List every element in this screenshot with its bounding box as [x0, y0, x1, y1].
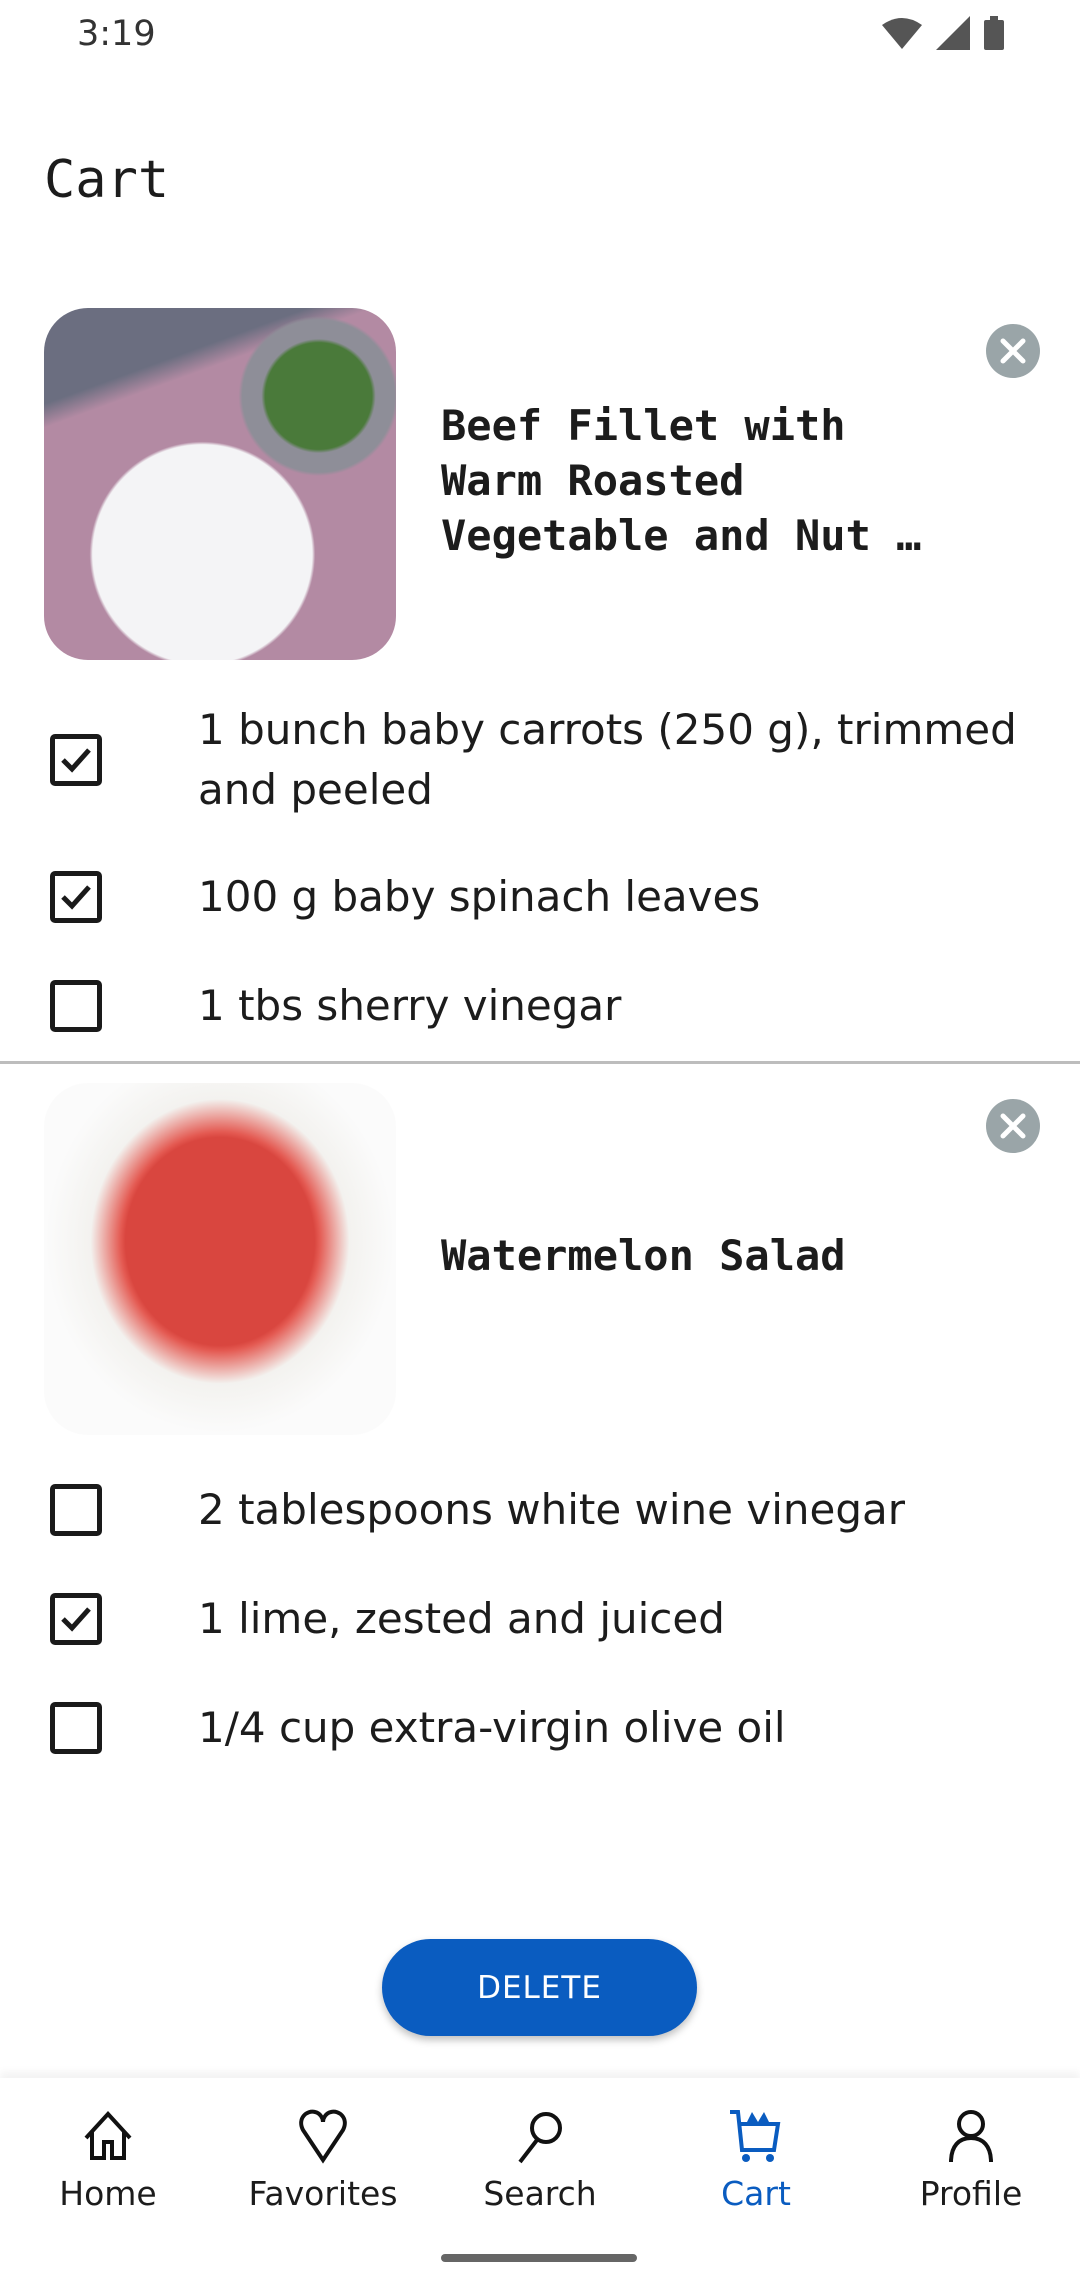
recipe-image-watermelon-salad[interactable] [44, 1083, 396, 1435]
ingredient-text: 2 tablespoons white wine vinegar [198, 1485, 906, 1534]
bottom-nav: Home Favorites Search Cart Profile [0, 2078, 1080, 2280]
check-icon [61, 748, 91, 773]
wifi-icon [882, 18, 922, 49]
ingredient-row[interactable]: 100 g baby spinach leaves [0, 867, 1080, 927]
ingredient-row[interactable]: 1 lime, zested and juiced [0, 1589, 1080, 1649]
home-indicator[interactable] [441, 2254, 637, 2262]
ingredient-text: 1 lime, zested and juiced [198, 1594, 725, 1643]
page-title: Cart [44, 150, 170, 210]
remove-recipe-button[interactable] [986, 324, 1040, 378]
ingredient-text: 100 g baby spinach leaves [198, 872, 761, 921]
search-icon [518, 2112, 562, 2164]
home-icon [84, 2111, 132, 2160]
ingredient-text: 1 tbs sherry vinegar [198, 981, 622, 1030]
nav-cart[interactable]: Cart [656, 2108, 856, 2213]
cart-icon [730, 2110, 781, 2162]
heart-icon [299, 2109, 347, 2164]
nav-label: Home [59, 2174, 157, 2213]
ingredient-text: 1/4 cup extra-virgin olive oil [198, 1703, 786, 1752]
profile-icon [949, 2110, 993, 2163]
nav-favorites[interactable]: Favorites [223, 2108, 423, 2213]
nav-profile[interactable]: Profile [871, 2108, 1071, 2213]
signal-icon [936, 16, 970, 50]
ingredient-row[interactable]: 1 bunch baby carrots (250 g), trimmed an… [0, 700, 1080, 820]
ingredient-row[interactable]: 2 tablespoons white wine vinegar [0, 1480, 1080, 1540]
recipe-title[interactable]: Beef Fillet with Warm Roasted Vegetable … [441, 398, 961, 563]
ingredient-checkbox[interactable] [50, 734, 102, 786]
nav-label: Cart [721, 2174, 791, 2213]
recipe-image-beef-fillet[interactable] [44, 308, 396, 660]
close-icon [1000, 1113, 1026, 1139]
nav-home[interactable]: Home [8, 2108, 208, 2213]
ingredient-checkbox[interactable] [50, 871, 102, 923]
delete-button[interactable]: DELETE [382, 1939, 697, 2036]
divider [0, 1061, 1080, 1064]
battery-icon [984, 16, 1004, 50]
recipe-title[interactable]: Watermelon Salad [441, 1228, 961, 1283]
check-icon [61, 885, 91, 910]
nav-search[interactable]: Search [440, 2108, 640, 2213]
nav-label: Profile [919, 2174, 1023, 2213]
ingredient-text: 1 bunch baby carrots (250 g), trimmed an… [198, 705, 1017, 814]
ingredient-checkbox[interactable] [50, 980, 102, 1032]
nav-label: Favorites [248, 2174, 398, 2213]
ingredient-row[interactable]: 1/4 cup extra-virgin olive oil [0, 1698, 1080, 1758]
close-icon [1000, 338, 1026, 364]
ingredient-checkbox[interactable] [50, 1593, 102, 1645]
status-time: 3:19 [77, 14, 156, 54]
remove-recipe-button[interactable] [986, 1099, 1040, 1153]
nav-label: Search [483, 2174, 597, 2213]
ingredient-row[interactable]: 1 tbs sherry vinegar [0, 976, 1080, 1036]
status-icons [882, 16, 1004, 50]
ingredient-checkbox[interactable] [50, 1702, 102, 1754]
check-icon [61, 1607, 91, 1632]
ingredient-checkbox[interactable] [50, 1484, 102, 1536]
